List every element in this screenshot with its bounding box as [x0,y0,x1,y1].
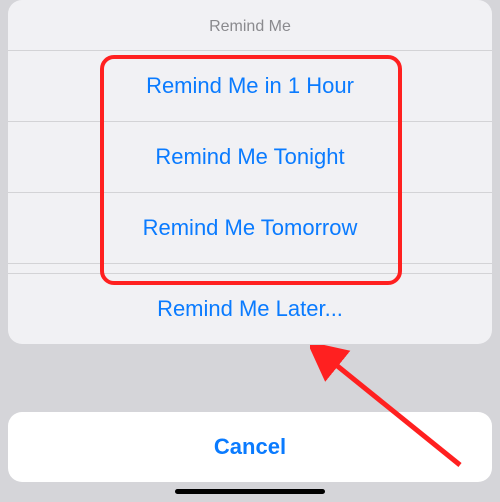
option-remind-1-hour[interactable]: Remind Me in 1 Hour [8,50,492,121]
remind-me-action-sheet: Remind Me Remind Me in 1 Hour Remind Me … [8,0,492,344]
option-remind-tomorrow[interactable]: Remind Me Tomorrow [8,192,492,263]
separator [8,263,492,273]
option-remind-later[interactable]: Remind Me Later... [8,273,492,344]
option-remind-tonight[interactable]: Remind Me Tonight [8,121,492,192]
sheet-title: Remind Me [8,0,492,50]
cancel-button[interactable]: Cancel [8,412,492,482]
home-indicator [175,489,325,494]
